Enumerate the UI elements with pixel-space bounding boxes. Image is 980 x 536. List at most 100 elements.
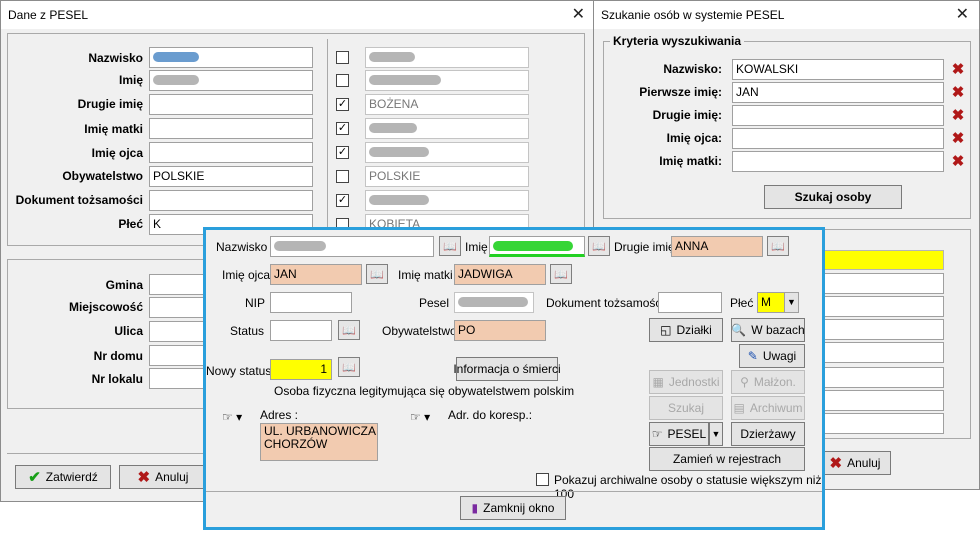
book-icon[interactable]: 📖 <box>338 320 360 340</box>
field-status[interactable] <box>270 320 332 341</box>
book-icon[interactable]: 📖 <box>439 236 461 256</box>
archival-checkbox[interactable] <box>536 473 549 486</box>
search-person-button[interactable]: Szukaj osoby <box>764 185 902 209</box>
field-drugie-imie[interactable]: ANNA <box>671 236 763 257</box>
field-imie-matki[interactable] <box>149 118 313 139</box>
field-ulica[interactable] <box>149 321 209 342</box>
clear-drugie-imie-icon[interactable]: ✖ <box>949 105 967 125</box>
search-imie-matki[interactable] <box>732 151 944 172</box>
chevron-down-icon[interactable]: ▼ <box>784 293 798 312</box>
death-info-button[interactable]: Informacja o śmierci <box>453 357 561 381</box>
field-obywatelstwo[interactable]: POLSKIE <box>149 166 313 187</box>
cancel-button-label: Anuluj <box>155 470 189 484</box>
archiwum-label: Archiwum <box>749 401 803 415</box>
label-dokument: Dokument tożsamości <box>15 193 143 207</box>
cancel-button[interactable]: ✖ Anuluj <box>819 451 891 475</box>
field-imie-matki[interactable]: JADWIGA <box>454 264 546 285</box>
checkbox-obywatelstwo[interactable] <box>336 170 349 183</box>
dzierzawy-button[interactable]: Dzierżawy <box>731 422 805 446</box>
clear-imie-ojca-icon[interactable]: ✖ <box>949 128 967 148</box>
book-icon[interactable]: 📖 <box>550 264 572 284</box>
malzon-button[interactable]: ⚲ Małżon. <box>731 370 805 394</box>
uwagi-label: Uwagi <box>762 349 797 363</box>
label-imie-ojca: Imię ojca: <box>666 131 722 145</box>
field-dokument[interactable] <box>149 190 313 211</box>
confirm-button-label: Zatwierdź <box>45 470 98 484</box>
label-pesel: Pesel <box>419 296 450 310</box>
field-nip[interactable] <box>270 292 352 313</box>
search-nazwisko[interactable]: KOWALSKI <box>732 59 944 80</box>
window-title: Dane z PESEL <box>8 8 89 22</box>
results-row[interactable] <box>824 342 944 363</box>
pesel-nazwisko <box>365 47 529 68</box>
cancel-button[interactable]: ✖ Anuluj <box>119 465 207 489</box>
field-nowy-status[interactable]: 1 <box>270 359 332 380</box>
szukaj-button[interactable]: Szukaj <box>649 396 723 420</box>
field-adres[interactable]: UL. URBANOWICZA 37 CHORZÓW <box>260 423 378 461</box>
archive-icon: ▤ <box>733 401 745 415</box>
close-icon[interactable]: ✕ <box>572 5 585 25</box>
w-bazach-label: W bazach <box>751 323 805 337</box>
clear-imie-matki-icon[interactable]: ✖ <box>949 151 967 171</box>
pesel-imie-matki <box>365 118 529 139</box>
label-gmina: Gmina <box>105 278 143 292</box>
field-imie[interactable] <box>149 70 313 91</box>
archival-checkbox-label: Pokazuj archiwalne osoby o statusie więk… <box>554 473 822 501</box>
hand-icon[interactable]: ☞ ▾ <box>410 410 430 424</box>
label-pierwsze-imie: Pierwsze imię: <box>639 85 722 99</box>
label-imie-matki: Imię matki: <box>659 154 722 168</box>
hand-icon[interactable]: ☞ ▾ <box>222 410 242 424</box>
book-icon[interactable]: 📖 <box>366 264 388 284</box>
checkbox-nazwisko[interactable] <box>336 51 349 64</box>
search-pierwsze-imie[interactable]: JAN <box>732 82 944 103</box>
checkbox-imie-ojca[interactable]: ✓ <box>336 146 349 159</box>
book-icon[interactable]: 📖 <box>588 236 610 256</box>
szukaj-label: Szukaj <box>667 401 705 415</box>
field-nazwisko[interactable] <box>149 47 313 68</box>
search-imie-ojca[interactable] <box>732 128 944 149</box>
close-icon[interactable]: ✕ <box>956 5 969 25</box>
field-miejscowosc[interactable] <box>149 297 209 318</box>
search-drugie-imie[interactable] <box>732 105 944 126</box>
field-nr-lokalu[interactable] <box>149 368 209 389</box>
zamien-button[interactable]: Zamień w rejestrach <box>649 447 805 471</box>
archiwum-button[interactable]: ▤ Archiwum <box>731 396 805 420</box>
checkbox-imie-matki[interactable]: ✓ <box>336 122 349 135</box>
field-gmina[interactable] <box>149 274 209 295</box>
clear-pierwsze-imie-icon[interactable]: ✖ <box>949 82 967 102</box>
field-imie-ojca[interactable]: JAN <box>270 264 362 285</box>
close-window-button[interactable]: ▮ Zamknij okno <box>460 496 566 520</box>
results-row[interactable] <box>824 273 944 294</box>
field-obywatelstwo[interactable]: PO <box>454 320 546 341</box>
w-bazach-button[interactable]: 🔍 W bazach <box>731 318 805 342</box>
jednostki-button[interactable]: ▦ Jednostki <box>649 370 723 394</box>
checkbox-drugie-imie[interactable]: ✓ <box>336 98 349 111</box>
dzialki-button[interactable]: ◱ Działki <box>649 318 723 342</box>
pesel-button[interactable]: ☞ PESEL <box>649 422 709 446</box>
field-dokument[interactable] <box>658 292 722 313</box>
pesel-drugie-imie: BOŻENA <box>365 94 529 115</box>
checkbox-imie[interactable] <box>336 74 349 87</box>
results-row[interactable] <box>824 367 944 388</box>
results-row[interactable] <box>824 319 944 340</box>
people-icon: ⚲ <box>740 375 749 389</box>
book-icon[interactable]: 📖 <box>338 357 360 377</box>
checkbox-dokument[interactable]: ✓ <box>336 194 349 207</box>
results-row[interactable] <box>824 413 944 434</box>
results-row[interactable] <box>824 296 944 317</box>
book-icon[interactable]: 📖 <box>767 236 789 256</box>
label-drugie-imie: Drugie imię <box>77 97 143 111</box>
field-nazwisko[interactable] <box>270 236 434 257</box>
confirm-button[interactable]: ✔ Zatwierdź <box>15 465 111 489</box>
results-row-selected[interactable] <box>824 250 944 270</box>
results-row[interactable] <box>824 390 944 411</box>
field-imie[interactable] <box>489 236 585 257</box>
field-imie-ojca[interactable] <box>149 142 313 163</box>
dzierzawy-label: Dzierżawy <box>740 427 796 441</box>
pesel-dropdown-button[interactable]: ▼ <box>709 422 723 446</box>
field-nr-domu[interactable] <box>149 345 209 366</box>
clear-nazwisko-icon[interactable]: ✖ <box>949 59 967 79</box>
uwagi-button[interactable]: ✎ Uwagi <box>739 344 805 368</box>
label-nowy-status: Nowy status: <box>206 364 275 378</box>
field-drugie-imie[interactable] <box>149 94 313 115</box>
